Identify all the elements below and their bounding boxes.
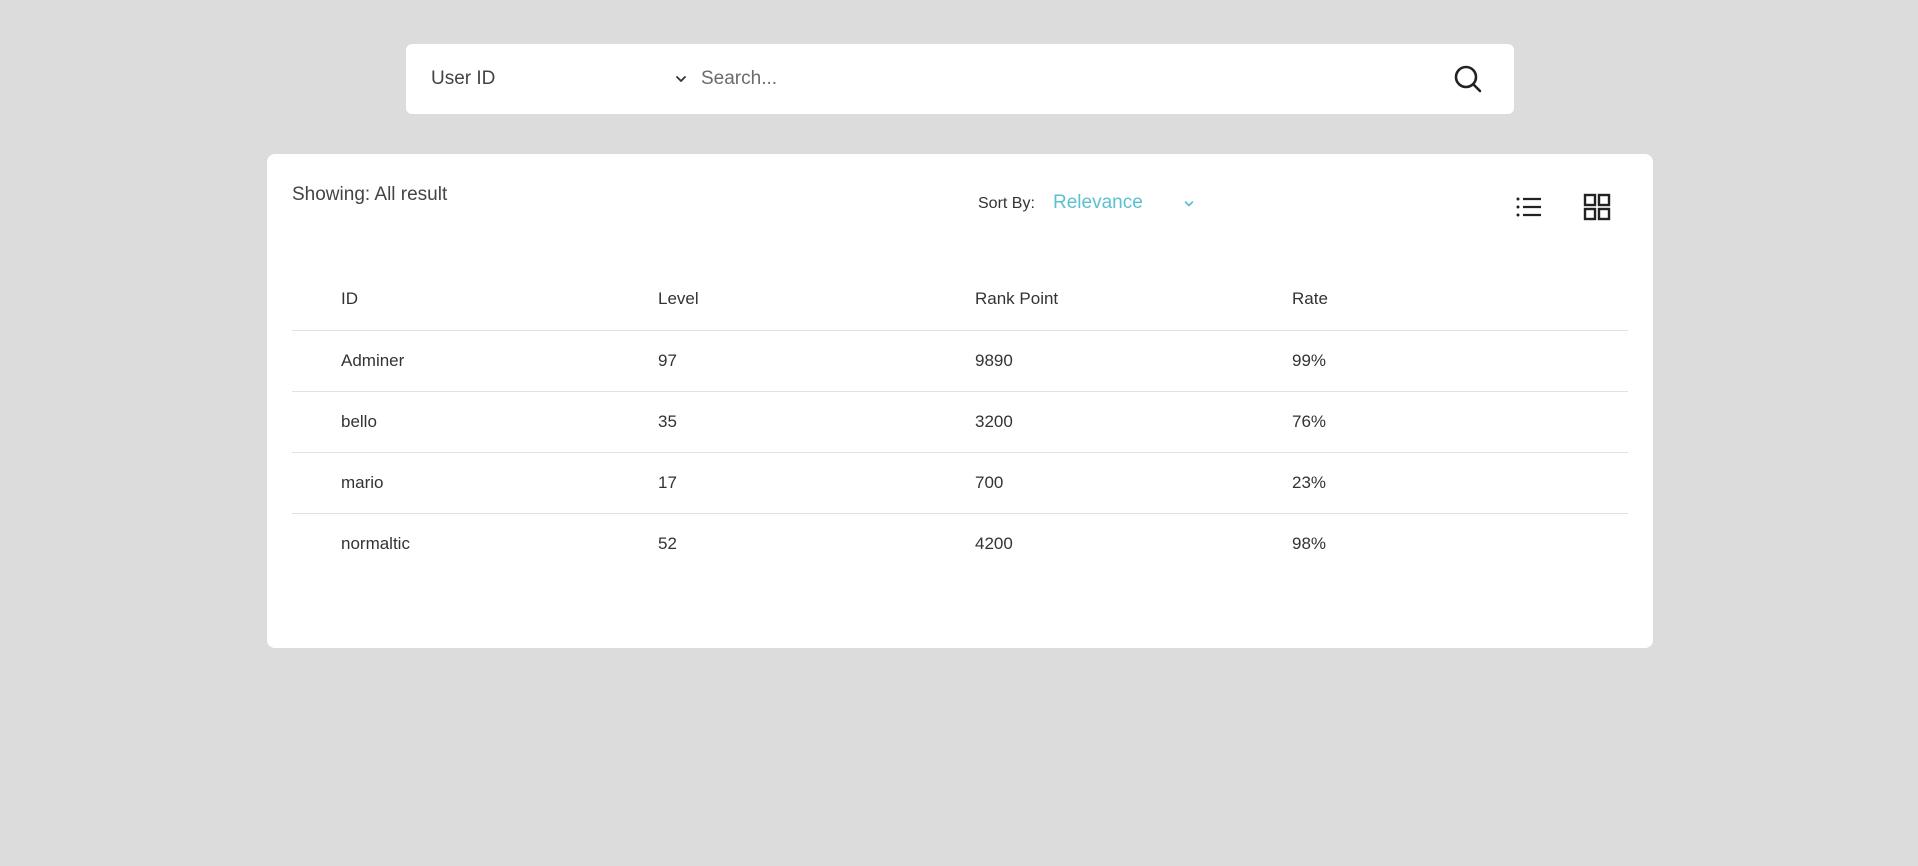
cell-id: Adminer — [341, 351, 405, 370]
search-filter-value: User ID — [431, 68, 496, 89]
grid-view-icon[interactable] — [1582, 192, 1612, 222]
table-row[interactable]: bello 35 3200 76% — [292, 392, 1628, 453]
cell-rate: 23% — [1292, 473, 1327, 492]
sort-value: Relevance — [1053, 192, 1143, 213]
search-bar: User ID — [406, 44, 1514, 114]
sort-select[interactable]: Relevance — [1053, 190, 1213, 220]
showing-text: Showing: All result — [292, 184, 448, 205]
cell-level: 52 — [658, 534, 677, 553]
cell-rate: 76% — [1292, 412, 1327, 431]
cell-rank-point: 9890 — [975, 351, 1013, 370]
cell-rate: 99% — [1292, 351, 1327, 370]
column-header-level: Level — [658, 289, 699, 308]
cell-level: 35 — [658, 412, 677, 431]
search-icon[interactable] — [1452, 63, 1484, 95]
table-row[interactable]: mario 17 700 23% — [292, 453, 1628, 514]
cell-id: mario — [341, 473, 384, 492]
cell-rate: 98% — [1292, 534, 1327, 553]
cell-rank-point: 4200 — [975, 534, 1013, 553]
table-header: ID Level Rank Point Rate — [292, 270, 1628, 331]
cell-level: 97 — [658, 351, 677, 370]
column-header-rank-point: Rank Point — [975, 289, 1059, 308]
cell-id: normaltic — [341, 534, 410, 553]
cell-rank-point: 700 — [975, 473, 1004, 492]
column-header-rate: Rate — [1292, 289, 1328, 308]
results-table: ID Level Rank Point Rate Adminer 97 9890… — [292, 270, 1628, 575]
list-view-icon[interactable] — [1514, 192, 1544, 222]
cell-rank-point: 3200 — [975, 412, 1013, 431]
search-input[interactable] — [701, 58, 1421, 100]
table-row[interactable]: Adminer 97 9890 99% — [292, 331, 1628, 392]
sort-label: Sort By: — [978, 195, 1035, 212]
cell-id: bello — [341, 412, 377, 431]
chevron-down-icon — [676, 76, 686, 82]
table-row[interactable]: normaltic 52 4200 98% — [292, 514, 1628, 575]
search-filter-select[interactable]: User ID — [431, 44, 689, 114]
column-header-id: ID — [341, 289, 358, 308]
chevron-down-icon — [1184, 201, 1194, 207]
cell-level: 17 — [658, 473, 677, 492]
